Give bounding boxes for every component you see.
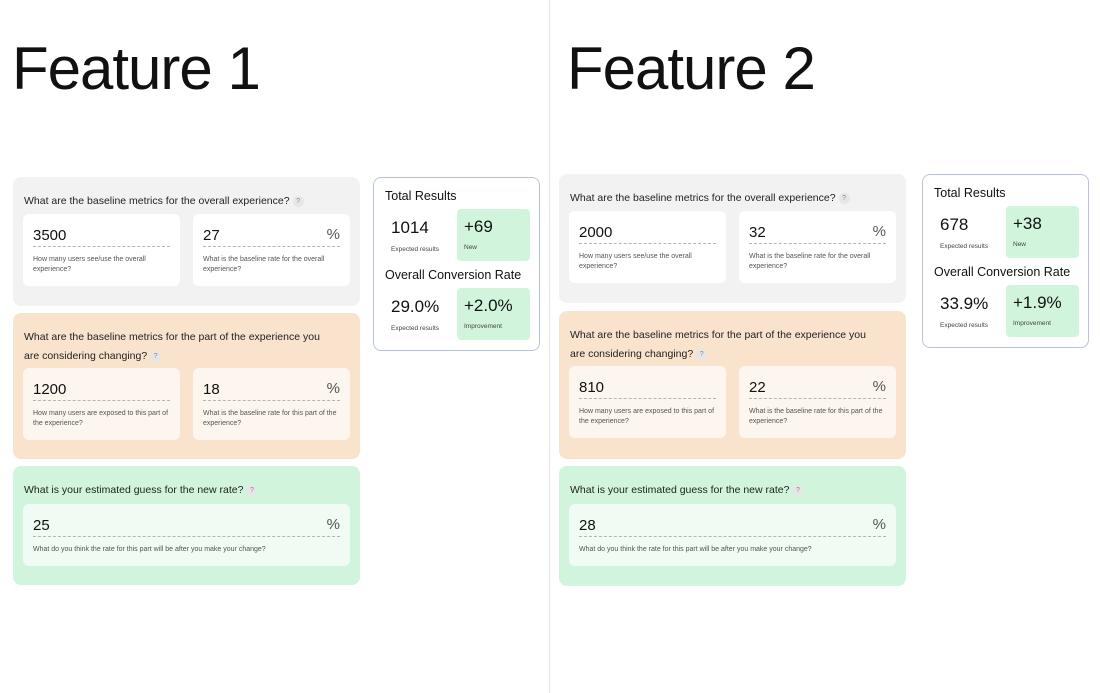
results-panel: Total Results 678 Expected results +38 N…	[922, 174, 1089, 348]
improvement-value: +2.0%	[464, 296, 513, 315]
new-results-badge: +38 New	[1006, 206, 1079, 258]
part-users-input[interactable]: 1200	[33, 381, 66, 398]
input-underline	[579, 536, 886, 537]
section-question: What is your estimated guess for the new…	[570, 481, 866, 500]
percent-unit: %	[872, 378, 886, 395]
part-metrics-section: What are the baseline metrics for the pa…	[559, 311, 906, 459]
new-rate-field[interactable]: 28 % What do you think the rate for this…	[569, 504, 896, 566]
field-help-text: How many users see/use the overall exper…	[33, 256, 146, 273]
input-underline	[749, 398, 886, 399]
part-users-field[interactable]: 810 How many users are exposed to this p…	[569, 366, 726, 438]
expected-results-value: 678	[940, 215, 969, 234]
overall-users-field[interactable]: 2000 How many users see/use the overall …	[569, 211, 726, 283]
input-underline	[749, 243, 886, 244]
part-users-input[interactable]: 810	[579, 379, 604, 396]
part-rate-input[interactable]: 22	[749, 379, 766, 396]
total-results-heading: Total Results	[934, 186, 1006, 200]
expected-results-value: 1014	[391, 218, 429, 237]
improvement-label: Improvement	[464, 323, 502, 330]
input-underline	[33, 400, 170, 401]
improvement-value: +1.9%	[1013, 293, 1062, 312]
overall-metrics-section: What are the baseline metrics for the ov…	[13, 177, 360, 306]
help-icon[interactable]: ?	[150, 350, 162, 362]
help-icon[interactable]: ?	[292, 195, 304, 207]
section-question: What are the baseline metrics for the ov…	[24, 192, 320, 211]
overall-users-field[interactable]: 3500 How many users see/use the overall …	[23, 214, 180, 286]
section-question: What is your estimated guess for the new…	[24, 481, 320, 500]
input-underline	[579, 398, 716, 399]
help-icon[interactable]: ?	[838, 192, 850, 204]
feature-title: Feature 1	[12, 35, 261, 102]
field-help-text: What is the baseline rate for the overal…	[749, 253, 871, 270]
improvement-badge: +1.9% Improvement	[1006, 285, 1079, 337]
overall-users-input[interactable]: 2000	[579, 224, 612, 241]
new-rate-section: What is your estimated guess for the new…	[559, 466, 906, 586]
new-rate-input[interactable]: 28	[579, 517, 596, 534]
help-icon[interactable]: ?	[696, 348, 708, 360]
field-help-text: What is the baseline rate for the overal…	[203, 256, 325, 273]
overall-rate-input[interactable]: 27	[203, 227, 220, 244]
overall-users-input[interactable]: 3500	[33, 227, 66, 244]
total-results-heading: Total Results	[385, 189, 457, 203]
expected-rate-label: Expected results	[940, 322, 989, 329]
input-underline	[33, 246, 170, 247]
percent-unit: %	[872, 223, 886, 240]
new-results-label: New	[464, 244, 478, 251]
section-question: What are the baseline metrics for the pa…	[24, 331, 320, 362]
conversion-rate-heading: Overall Conversion Rate	[934, 265, 1071, 279]
overall-metrics-section: What are the baseline metrics for the ov…	[559, 174, 906, 303]
field-help-text: What is the baseline rate for this part …	[203, 410, 337, 427]
panel-divider	[549, 0, 550, 693]
field-help-text: How many users see/use the overall exper…	[579, 253, 692, 270]
percent-unit: %	[326, 380, 340, 397]
improvement-badge: +2.0% Improvement	[457, 288, 530, 340]
field-help-text: What do you think the rate for this part…	[579, 546, 812, 553]
expected-rate-label: Expected results	[391, 325, 440, 332]
expected-results-label: Expected results	[391, 246, 440, 253]
field-help-text: What do you think the rate for this part…	[33, 546, 266, 553]
input-underline	[203, 246, 340, 247]
expected-results-label: Expected results	[940, 243, 989, 250]
new-rate-section: What is your estimated guess for the new…	[13, 466, 360, 585]
percent-unit: %	[326, 226, 340, 243]
percent-unit: %	[872, 516, 886, 533]
new-results-badge: +69 New	[457, 209, 530, 261]
expected-rate-value: 29.0%	[391, 297, 440, 316]
part-users-field[interactable]: 1200 How many users are exposed to this …	[23, 368, 180, 440]
section-question: What are the baseline metrics for the ov…	[570, 189, 866, 208]
new-results-label: New	[1013, 241, 1027, 248]
field-help-text: How many users are exposed to this part …	[579, 408, 715, 425]
new-rate-input[interactable]: 25	[33, 517, 50, 534]
input-underline	[579, 243, 716, 244]
new-rate-field[interactable]: 25 % What do you think the rate for this…	[23, 504, 350, 566]
part-rate-input[interactable]: 18	[203, 381, 220, 398]
expected-rate-value: 33.9%	[940, 294, 989, 313]
feature-title: Feature 2	[567, 35, 816, 102]
part-rate-field[interactable]: 22 % What is the baseline rate for this …	[739, 366, 896, 438]
input-underline	[203, 400, 340, 401]
field-help-text: What is the baseline rate for this part …	[749, 408, 883, 425]
section-question: What are the baseline metrics for the pa…	[570, 329, 866, 360]
overall-rate-input[interactable]: 32	[749, 224, 766, 241]
percent-unit: %	[326, 516, 340, 533]
overall-rate-field[interactable]: 27 % What is the baseline rate for the o…	[193, 214, 350, 286]
new-results-value: +38	[1013, 214, 1042, 233]
new-results-value: +69	[464, 217, 493, 236]
overall-rate-field[interactable]: 32 % What is the baseline rate for the o…	[739, 211, 896, 283]
help-icon[interactable]: ?	[792, 484, 804, 496]
input-underline	[33, 536, 340, 537]
help-icon[interactable]: ?	[246, 484, 258, 496]
part-metrics-section: What are the baseline metrics for the pa…	[13, 313, 360, 459]
results-panel: Total Results 1014 Expected results +69 …	[373, 177, 540, 351]
field-help-text: How many users are exposed to this part …	[33, 410, 169, 427]
improvement-label: Improvement	[1013, 320, 1051, 327]
part-rate-field[interactable]: 18 % What is the baseline rate for this …	[193, 368, 350, 440]
conversion-rate-heading: Overall Conversion Rate	[385, 268, 522, 282]
